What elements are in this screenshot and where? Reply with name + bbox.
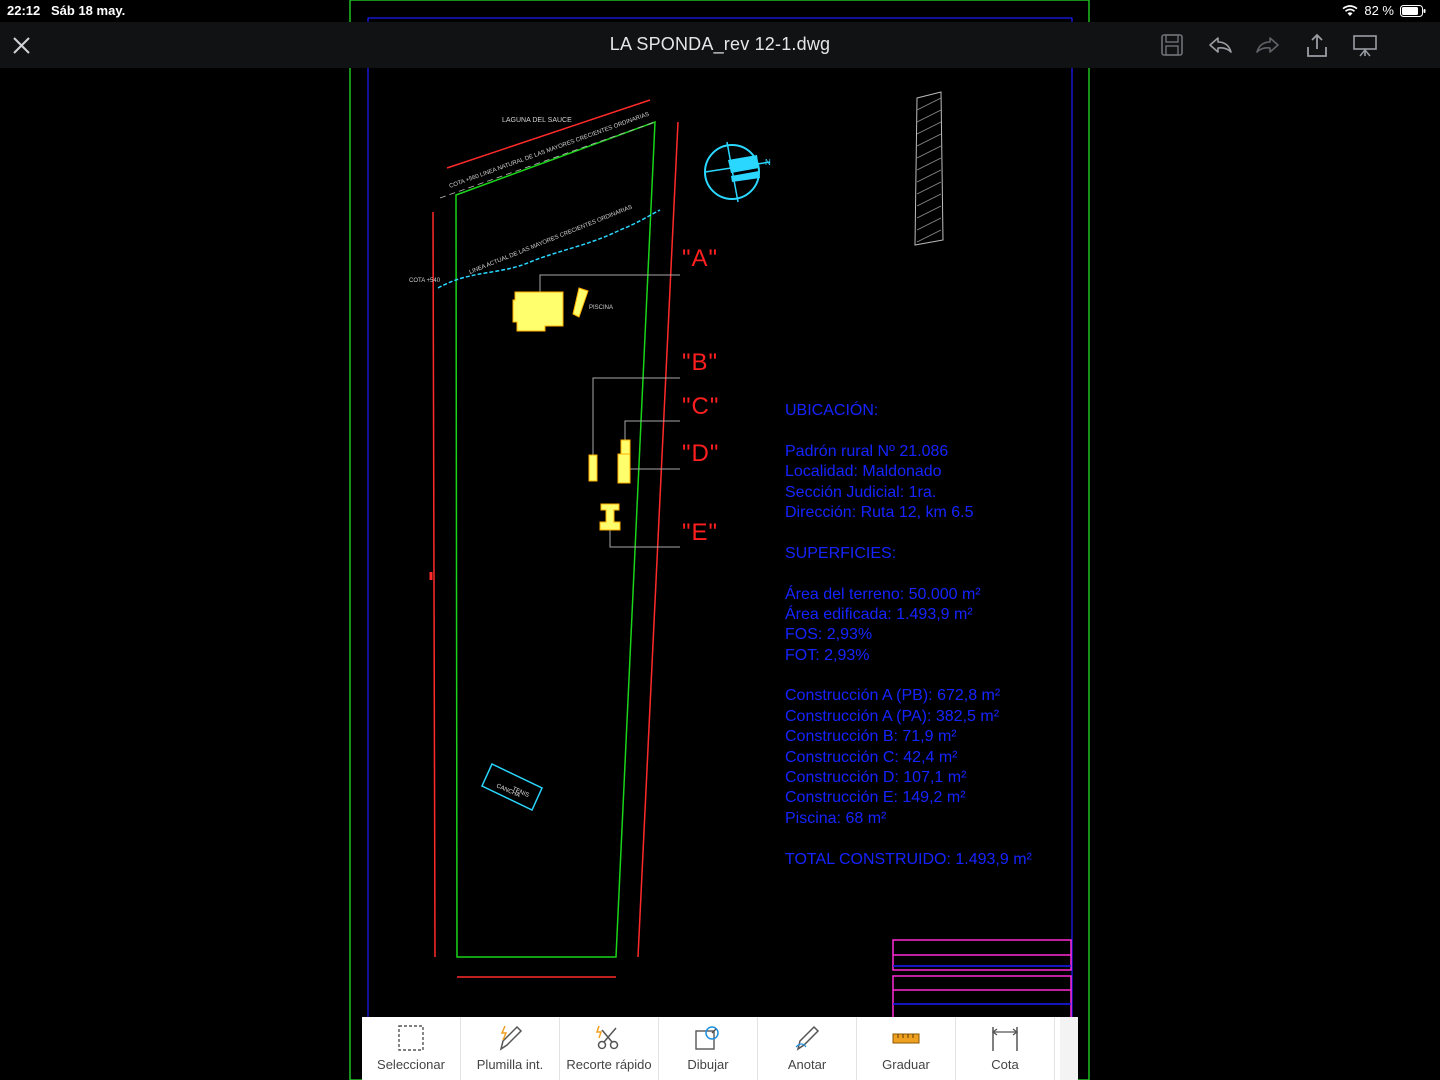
tool-label: Recorte rápido xyxy=(566,1057,652,1072)
info-line xyxy=(785,523,1085,543)
info-line: TOTAL CONSTRUIDO: 1.493,9 m² xyxy=(785,850,1032,868)
measure-icon xyxy=(892,1033,920,1044)
label-a: "A" xyxy=(682,245,719,272)
building-c xyxy=(620,439,631,455)
close-icon[interactable] xyxy=(9,33,35,59)
tool-quick-trim[interactable]: Recorte rápido xyxy=(560,1017,659,1080)
info-line: Área del terreno: 50.000 m² xyxy=(785,585,981,603)
info-line xyxy=(785,421,1085,441)
building-e xyxy=(599,503,621,531)
toolbar-scroll-edge[interactable] xyxy=(1060,1017,1078,1080)
battery-icon xyxy=(1400,4,1426,17)
document-title: LA SPONDA_rev 12-1.dwg xyxy=(609,34,831,54)
info-line: FOS: 2,93% xyxy=(785,626,873,644)
tool-label: Anotar xyxy=(787,1057,827,1072)
info-line: SUPERFICIES: xyxy=(785,544,897,562)
save-icon[interactable] xyxy=(1159,32,1185,58)
drawing-canvas[interactable]: N LAGUNA DEL SAUCE COTA +560 LINEA NATUR… xyxy=(0,0,1440,1080)
label-c: "C" xyxy=(682,393,720,420)
info-line: Construcción C: 42,4 m² xyxy=(785,748,958,766)
property-boundary xyxy=(429,99,679,978)
text-cota: COTA +540 xyxy=(409,278,441,284)
share-icon[interactable] xyxy=(1304,32,1330,58)
status-right: 82 % xyxy=(1342,3,1426,18)
north-arrow-icon: N xyxy=(704,141,771,203)
text-piscina: PISCINA xyxy=(589,305,613,311)
label-d: "D" xyxy=(682,440,720,467)
draw-icon xyxy=(695,1026,719,1050)
title-block xyxy=(892,939,1072,1022)
building-a xyxy=(512,291,564,332)
info-line: Piscina: 68 m² xyxy=(785,809,887,827)
drawing-info-block: UBICACIÓN: Padrón rural Nº 21.086 Locali… xyxy=(785,401,1085,870)
redo-icon[interactable] xyxy=(1255,32,1281,58)
info-line: Área edificada: 1.493,9 m² xyxy=(785,605,973,623)
tool-dimension[interactable]: Cota xyxy=(956,1017,1055,1080)
info-line: FOT: 2,93% xyxy=(785,646,870,664)
info-line: UBICACIÓN: xyxy=(785,402,879,419)
tool-smart-pen[interactable]: Plumilla int. xyxy=(461,1017,560,1080)
tool-label: Plumilla int. xyxy=(476,1057,544,1072)
info-line: Construcción E: 149,2 m² xyxy=(785,789,966,807)
water-line xyxy=(437,209,661,289)
info-line: Construcción B: 71,9 m² xyxy=(785,728,957,746)
label-e: "E" xyxy=(682,519,719,546)
tool-label: Graduar xyxy=(882,1057,930,1072)
info-line: Construcción A (PB): 672,8 m² xyxy=(785,687,1001,705)
info-line: Localidad: Maldonado xyxy=(785,463,942,481)
select-icon xyxy=(398,1025,424,1051)
text-mid-line: LINEA ACTUAL DE LAS MAYORES CRECIENTES O… xyxy=(469,205,634,276)
tool-annotate[interactable]: Anotar xyxy=(758,1017,857,1080)
building-b xyxy=(588,454,598,482)
label-b: "B" xyxy=(682,349,719,376)
undo-icon[interactable] xyxy=(1207,32,1233,58)
quick-trim-icon xyxy=(595,1025,619,1050)
annotate-icon xyxy=(795,1025,820,1051)
wifi-icon xyxy=(1342,4,1358,16)
building-d xyxy=(617,453,631,484)
status-time: 22:12 xyxy=(7,3,41,18)
info-line xyxy=(785,666,1085,686)
tool-label: Seleccionar xyxy=(377,1057,445,1072)
text-laguna: LAGUNA DEL SAUCE xyxy=(502,117,572,124)
smart-pen-icon xyxy=(499,1025,523,1051)
dimension-icon xyxy=(991,1027,1019,1051)
tool-draw[interactable]: Dibujar xyxy=(659,1017,758,1080)
tool-label: Cota xyxy=(991,1057,1019,1072)
bottom-toolbar: Seleccionar Plumilla int. Recorte rápido… xyxy=(362,1017,1078,1080)
presentation-icon[interactable] xyxy=(1352,32,1378,58)
pool xyxy=(572,287,589,318)
status-date: Sáb 18 may. xyxy=(51,3,126,18)
status-bar: 22:12 Sáb 18 may. 82 % xyxy=(0,0,1440,22)
app-header: LA SPONDA_rev 12-1.dwg xyxy=(0,22,1440,68)
battery-percent: 82 % xyxy=(1364,3,1394,18)
info-line: Dirección: Ruta 12, km 6.5 xyxy=(785,503,974,521)
tool-select[interactable]: Seleccionar xyxy=(362,1017,461,1080)
info-line: Sección Judicial: 1ra. xyxy=(785,483,937,501)
svg-text:N: N xyxy=(765,158,771,167)
tool-measure[interactable]: Graduar xyxy=(857,1017,956,1080)
tennis-court: CANCHA TENIS xyxy=(481,762,543,812)
tool-label: Dibujar xyxy=(687,1057,729,1072)
hatch-block xyxy=(914,91,944,246)
info-line xyxy=(785,829,1085,849)
buildings xyxy=(512,287,631,531)
lot-outline xyxy=(455,120,656,958)
info-line xyxy=(785,564,1085,584)
info-line: Construcción D: 107,1 m² xyxy=(785,769,967,787)
info-line: Padrón rural Nº 21.086 xyxy=(785,442,949,460)
info-line: Construcción A (PA): 382,5 m² xyxy=(785,707,1000,725)
